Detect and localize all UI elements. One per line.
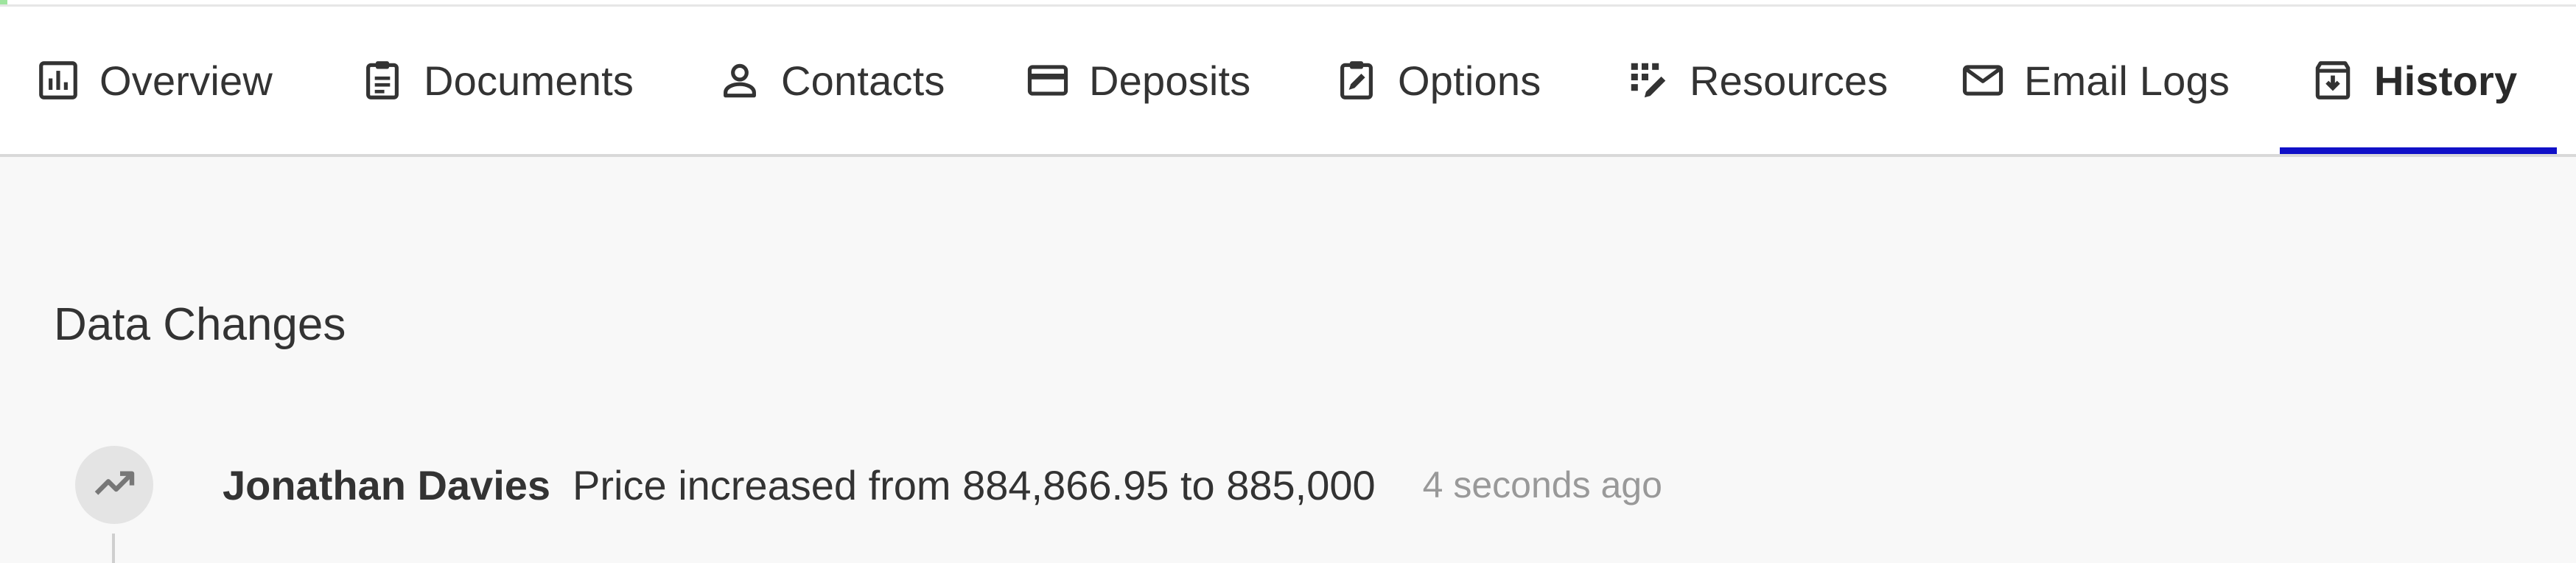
tab-email-logs[interactable]: Email Logs — [1960, 7, 2230, 154]
tab-documents[interactable]: Documents — [360, 7, 634, 154]
tab-overview[interactable]: Overview — [35, 7, 273, 154]
tab-label: History — [2374, 57, 2518, 104]
activity-timestamp: 4 seconds ago — [1422, 464, 1662, 506]
tab-resources[interactable]: Resources — [1625, 7, 1888, 154]
tab-label: Options — [1398, 57, 1541, 104]
person-icon — [717, 57, 763, 103]
tab-label: Email Logs — [2024, 57, 2230, 104]
grid-edit-icon — [1625, 57, 1671, 103]
activity-item: Jonathan Davies Price increased from 884… — [75, 444, 2507, 563]
activity-icon-bubble — [75, 446, 153, 524]
tab-contacts[interactable]: Contacts — [717, 7, 945, 154]
timeline-connector — [112, 534, 115, 563]
section-title: Data Changes — [54, 299, 346, 350]
clipboard-edit-icon — [1334, 57, 1379, 103]
tab-label: Deposits — [1089, 57, 1251, 104]
loading-progress-bar — [0, 0, 7, 4]
tab-deposits[interactable]: Deposits — [1025, 7, 1250, 154]
archive-down-icon — [2310, 57, 2356, 103]
tab-label: Documents — [424, 57, 634, 104]
trending-up-icon — [91, 460, 138, 511]
activity-message: Price increased from 884,866.95 to 885,0… — [573, 461, 1376, 508]
active-tab-indicator — [2280, 147, 2557, 154]
mail-icon — [1960, 57, 2006, 103]
tab-label: Resources — [1690, 57, 1889, 104]
tab-label: Overview — [99, 57, 273, 104]
tab-history[interactable]: History — [2310, 7, 2517, 154]
tab-options[interactable]: Options — [1334, 7, 1541, 154]
activity-text: Jonathan Davies Price increased from 884… — [223, 444, 1662, 526]
credit-card-icon — [1025, 57, 1071, 103]
tab-label: Contacts — [781, 57, 945, 104]
bar-chart-icon — [35, 57, 81, 103]
activity-user: Jonathan Davies — [223, 461, 551, 508]
clipboard-list-icon — [360, 57, 405, 103]
tab-bar: Overview Documents Contacts Deposits Opt… — [0, 7, 2576, 157]
top-progress-strip — [0, 0, 2576, 7]
